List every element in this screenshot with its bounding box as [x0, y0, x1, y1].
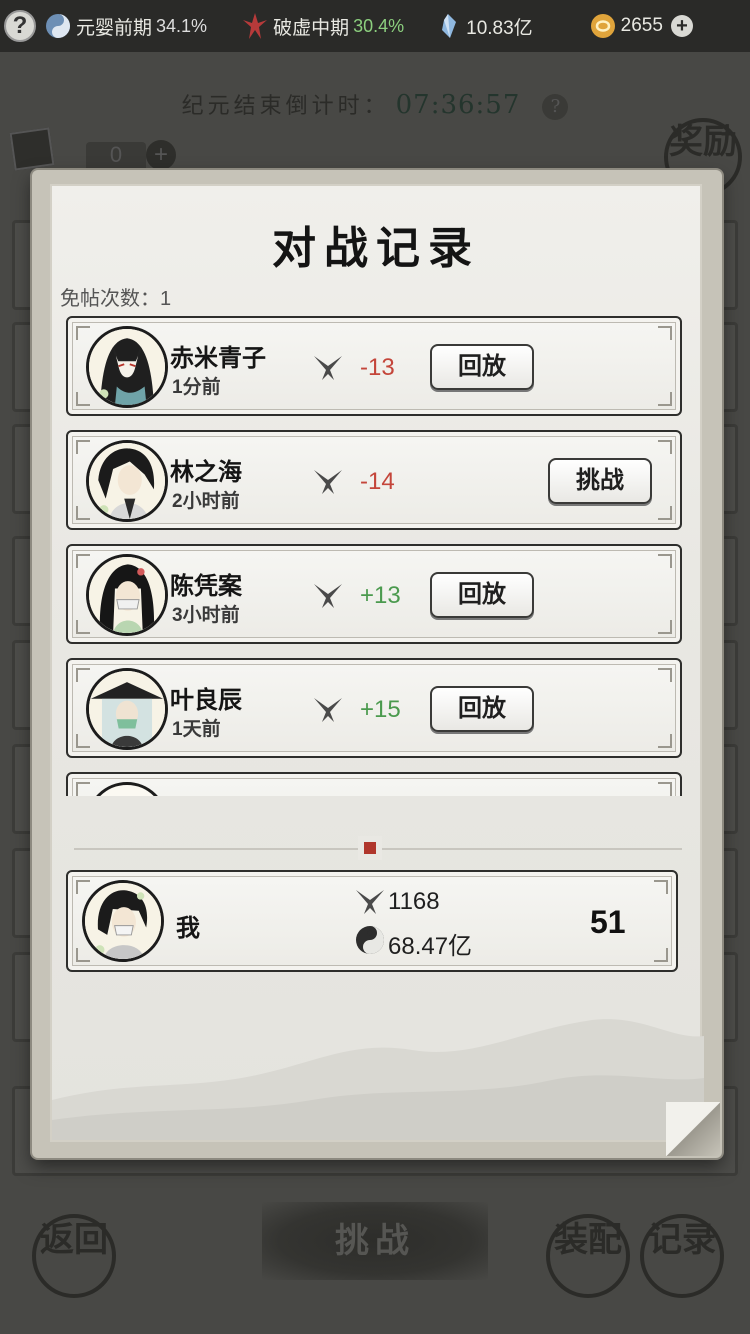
countdown-label: 纪元结束倒计时：: [181, 94, 390, 119]
gold-coin-icon: [590, 14, 615, 38]
score-delta: +13: [360, 582, 401, 609]
break-stat: 破虚中期 30.4%: [241, 12, 404, 40]
record-time: 2小时前: [172, 491, 240, 512]
hat-veil-avatar[interactable]: [86, 668, 168, 750]
my-name: 我: [176, 915, 200, 942]
modal-title: 对战记录: [272, 223, 480, 274]
free-count-value: 1: [160, 288, 172, 310]
my-power: 68.47亿: [388, 933, 473, 960]
bg-challenge-button[interactable]: 挑战: [262, 1202, 488, 1280]
my-score: 1168: [388, 888, 440, 915]
realm-label: 元婴前期: [76, 17, 153, 39]
crossed-swords-icon: [314, 356, 342, 380]
realm-percent: 34.1%: [156, 15, 208, 36]
crossed-swords-icon: [314, 470, 342, 494]
crossed-swords-icon: [314, 698, 342, 722]
ticket-counter: 0 +: [8, 127, 178, 172]
record-row: 林之海 2小时前 -14 挑战: [66, 430, 682, 530]
spirit-stone-stat: 10.83亿: [434, 12, 533, 40]
score-delta: +15: [360, 696, 401, 723]
coin-stat: 2655 +: [589, 12, 693, 40]
score-delta: -14: [360, 468, 395, 495]
opponent-name: 林之海: [170, 459, 242, 486]
swordsman-avatar[interactable]: [86, 440, 168, 522]
break-label: 破虚中期: [273, 17, 350, 39]
records-list[interactable]: 赤米青子 1分前 -13 回放 林之海 2小时前 -14 挑战 陈凭案 3小时前…: [52, 316, 704, 796]
record-time: 3小时前: [172, 605, 240, 626]
countdown-help-button[interactable]: ?: [542, 94, 569, 120]
masked-lady-avatar[interactable]: [86, 554, 168, 636]
section-divider: [74, 848, 682, 850]
replay-button[interactable]: 回放: [430, 686, 534, 732]
yin-yang-icon: [356, 926, 384, 954]
red-seal-icon: [362, 840, 378, 856]
free-count-line: 免帖次数：1: [60, 282, 171, 311]
opponent-name: 陈凭案: [170, 573, 242, 600]
page-curl-decoration: [666, 1102, 720, 1156]
ink-mountains-decoration: [52, 1019, 704, 1140]
partial-avatar[interactable]: [86, 782, 168, 796]
countdown-time: 07:36:57: [395, 90, 521, 120]
record-row: 陈凭案 3小时前 +13 回放: [66, 544, 682, 644]
record-time: 1分前: [172, 377, 221, 398]
help-button[interactable]: ?: [4, 10, 36, 42]
record-row-partial: [66, 772, 682, 796]
break-percent: 30.4%: [353, 15, 405, 36]
record-row: 赤米青子 1分前 -13 回放: [66, 316, 682, 416]
challenge-button[interactable]: 挑战: [548, 458, 652, 504]
yin-yang-icon: [46, 14, 70, 38]
my-record-row: 我 1168 68.47亿 51: [66, 870, 678, 972]
coin-value: 2655: [620, 15, 663, 36]
add-ticket-button[interactable]: +: [146, 140, 176, 170]
back-button[interactable]: 返回: [32, 1214, 116, 1298]
opponent-name: 赤米青子: [170, 345, 266, 372]
battle-records-modal: 对战记录 免帖次数：1 赤米青子 1分前 -13 回放 林之海 2小时前 -14…: [32, 170, 722, 1158]
records-button[interactable]: 记录: [640, 1214, 724, 1298]
spirit-stone-value: 10.83亿: [466, 17, 533, 39]
opponent-name: 叶良辰: [170, 687, 242, 714]
red-flame-icon: [243, 13, 268, 39]
replay-button[interactable]: 回放: [430, 344, 534, 390]
replay-button[interactable]: 回放: [430, 572, 534, 618]
equip-button[interactable]: 装配: [546, 1214, 630, 1298]
crystal-icon: [442, 14, 457, 38]
record-row: 叶良辰 1天前 +15 回放: [66, 658, 682, 758]
my-rank: 51: [590, 904, 626, 940]
realm-stat: 元婴前期 34.1%: [44, 12, 207, 40]
record-time: 1天前: [172, 719, 221, 740]
free-count-label: 免帖次数：: [60, 288, 160, 310]
ticket-book-icon: [9, 127, 55, 171]
crossed-swords-icon: [356, 890, 384, 914]
fox-mask-avatar[interactable]: [86, 326, 168, 408]
add-coin-button[interactable]: +: [670, 15, 693, 37]
top-status-bar: ? 元婴前期 34.1% 破虚中期 30.4% 10.83亿 2655 +: [0, 0, 750, 52]
player-avatar[interactable]: [82, 880, 164, 962]
era-countdown: 纪元结束倒计时： 07:36:57?: [0, 88, 750, 120]
crossed-swords-icon: [314, 584, 342, 608]
ticket-count: 0: [86, 142, 146, 172]
modal-paper: 对战记录 免帖次数：1 赤米青子 1分前 -13 回放 林之海 2小时前 -14…: [50, 184, 704, 1142]
score-delta: -13: [360, 354, 395, 381]
